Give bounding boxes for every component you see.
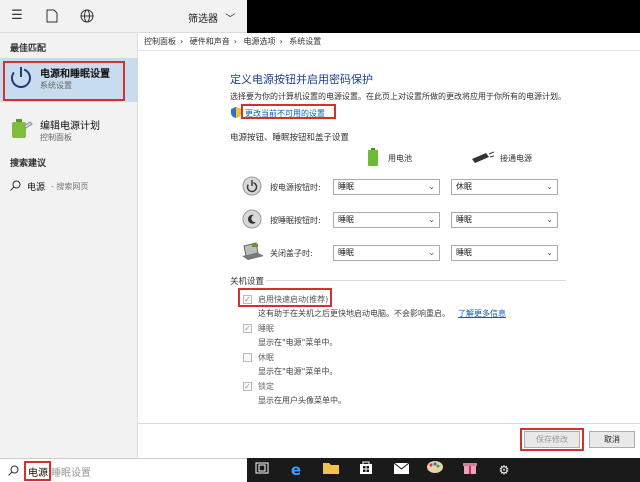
chevron-down-icon: ⌄ [428, 215, 435, 224]
hibernate-checkbox[interactable] [243, 353, 252, 362]
search-icon [8, 465, 19, 479]
select-value: 睡眠 [456, 248, 472, 257]
fast-startup-description: 这有助于在关机之后更快地启动电脑。不会影响重启。 [258, 309, 450, 318]
filter-label: 筛选器 [188, 14, 218, 25]
search-icon [10, 180, 21, 194]
cancel-button[interactable]: 取消 [589, 431, 635, 448]
sleep-button-battery-select[interactable]: 睡眠 ⌄ [333, 212, 440, 228]
result-title: 编辑电源计划 [40, 121, 100, 132]
globe-icon[interactable] [80, 9, 94, 23]
highlight-box [238, 288, 332, 307]
chevron-down-icon: ﹀ [225, 14, 236, 25]
breadcrumb-item[interactable]: 系统设置 [289, 37, 321, 46]
sleep-description: 显示在"电源"菜单中。 [258, 338, 338, 347]
gift-app-icon[interactable] [460, 460, 480, 480]
store-icon[interactable] [356, 460, 376, 480]
chevron-down-icon: ⌄ [546, 248, 553, 257]
search-box[interactable]: 电源 睡眠设置 [0, 458, 247, 482]
learn-more-link[interactable]: 了解更多信息 [458, 308, 506, 319]
highlight-box [520, 428, 584, 451]
breadcrumb-sep: › [233, 37, 237, 46]
power-button-plugged-select[interactable]: 休眠 ⌄ [451, 179, 558, 195]
select-value: 睡眠 [338, 182, 354, 191]
search-autocomplete: 睡眠设置 [51, 468, 91, 479]
highlight-box [241, 104, 336, 119]
sleep-checkbox[interactable]: ✓ [243, 324, 252, 333]
breadcrumb-sep: › [180, 37, 184, 46]
web-suggestion[interactable]: 电源 - 搜索网页 [10, 180, 135, 194]
hibernate-label: 休眠 [258, 353, 274, 362]
laptop-lid-icon [242, 242, 264, 262]
start-menu: ☰ 筛选器 ﹀ 最佳匹配 电源和睡眠设置 系统设置 编辑电源计划 控制面板 搜索… [0, 0, 247, 458]
sleep-button-icon [242, 209, 262, 229]
result-subtitle: 控制面板 [40, 133, 72, 142]
lid-battery-select[interactable]: 睡眠 ⌄ [333, 245, 440, 261]
page-description: 选择要为你的计算机设置的电源设置。在此页上对设置所做的更改将应用于你所有的电源计… [230, 92, 566, 101]
shutdown-section-heading: 关机设置 [230, 277, 265, 287]
select-value: 休眠 [456, 182, 472, 191]
sleep-label: 睡眠 [258, 324, 274, 333]
select-value: 睡眠 [338, 248, 354, 257]
shield-icon [231, 107, 241, 121]
suggestion-text: 电源 [27, 183, 46, 193]
row-label: 按电源按钮时: [270, 183, 321, 192]
result-edit-plan[interactable]: 编辑电源计划 控制面板 [0, 110, 138, 154]
breadcrumb-item[interactable]: 电源选项 [244, 37, 276, 46]
battery-column-header: 用电池 [388, 154, 412, 163]
battery-icon [368, 148, 378, 169]
divider [266, 280, 566, 281]
breadcrumb-item[interactable]: 硬件和声音 [190, 37, 230, 46]
suggestions-heading: 搜索建议 [10, 159, 47, 169]
lock-checkbox[interactable]: ✓ [243, 382, 252, 391]
lock-label: 锁定 [258, 382, 274, 391]
filter-dropdown[interactable]: 筛选器 ﹀ [188, 10, 235, 25]
hibernate-description: 显示在"电源"菜单中。 [258, 367, 338, 376]
hamburger-menu-icon[interactable]: ☰ [10, 9, 24, 23]
row-label: 按睡眠按钮时: [270, 216, 321, 225]
breadcrumb-item[interactable]: 控制面板 [144, 37, 176, 46]
chevron-down-icon: ⌄ [428, 182, 435, 191]
section-buttons-heading: 电源按钮、睡眠按钮和盖子设置 [230, 133, 350, 143]
highlight-box [3, 61, 125, 101]
suggestion-sub: - 搜索网页 [51, 182, 89, 191]
taskbar: 电源 睡眠设置 e ⚙ [0, 458, 640, 482]
breadcrumb-sep: › [279, 37, 283, 46]
highlight-box [24, 461, 51, 481]
file-explorer-icon[interactable] [321, 460, 341, 480]
best-match-heading: 最佳匹配 [10, 44, 47, 54]
page-title: 定义电源按钮并启用密码保护 [230, 73, 373, 86]
power-button-battery-select[interactable]: 睡眠 ⌄ [333, 179, 440, 195]
control-panel-window: 控制面板 › 硬件和声音 › 电源选项 › 系统设置 定义电源按钮并启用密码保护 选择… [138, 33, 640, 458]
paint-icon[interactable] [425, 460, 445, 480]
mail-icon[interactable] [391, 460, 411, 480]
breadcrumb: 控制面板 › 硬件和声音 › 电源选项 › 系统设置 [138, 33, 640, 51]
filter-bar: ☰ 筛选器 ﹀ [0, 0, 247, 33]
chevron-down-icon: ⌄ [428, 248, 435, 257]
task-view-icon[interactable] [252, 460, 272, 480]
select-value: 睡眠 [338, 215, 354, 224]
lock-description: 显示在用户头像菜单中。 [258, 396, 346, 405]
row-label: 关闭盖子时: [270, 249, 313, 258]
battery-plan-icon [8, 116, 34, 142]
chevron-down-icon: ⌄ [546, 182, 553, 191]
sleep-button-plugged-select[interactable]: 睡眠 ⌄ [451, 212, 558, 228]
footer-divider [138, 423, 640, 424]
lid-plugged-select[interactable]: 睡眠 ⌄ [451, 245, 558, 261]
plug-icon [472, 151, 495, 166]
select-value: 睡眠 [456, 215, 472, 224]
chevron-down-icon: ⌄ [546, 215, 553, 224]
document-icon[interactable] [45, 9, 59, 23]
power-button-icon [242, 176, 262, 196]
edge-icon[interactable]: e [286, 460, 306, 480]
settings-gear-icon[interactable]: ⚙ [494, 460, 514, 480]
plugged-column-header: 接通电源 [500, 154, 532, 163]
